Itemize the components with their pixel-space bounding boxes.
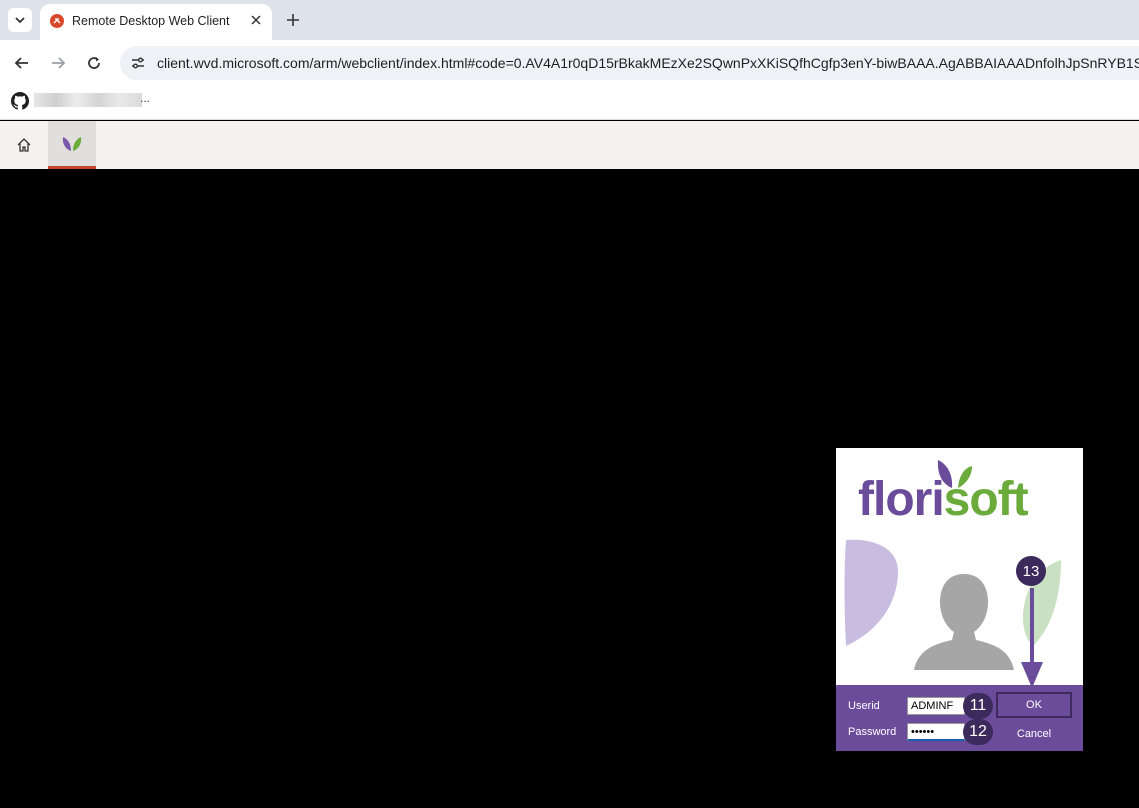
home-icon: [17, 138, 31, 152]
annotation-step-13: 13: [1016, 556, 1046, 586]
forward-button[interactable]: [46, 51, 70, 75]
ok-button[interactable]: OK: [996, 692, 1072, 718]
back-button[interactable]: [10, 51, 34, 75]
plus-icon: [287, 14, 299, 26]
chevron-down-icon: [15, 17, 25, 24]
url-text: client.wvd.microsoft.com/arm/webclient/i…: [157, 55, 1139, 71]
new-tab-button[interactable]: [282, 9, 304, 31]
cancel-button[interactable]: Cancel: [996, 723, 1072, 745]
tab-title: Remote Desktop Web Client: [72, 14, 230, 28]
browser-toolbar: client.wvd.microsoft.com/arm/webclient/i…: [0, 40, 1139, 86]
password-label: Password: [848, 726, 897, 738]
login-form-panel: Userid ADMINF 11 Password •••••• 12 OK C…: [836, 685, 1083, 751]
bookmark-ellipsis: ...: [140, 91, 151, 105]
annotation-step-11: 11: [963, 693, 993, 719]
userid-field[interactable]: ADMINF: [907, 697, 965, 715]
annotation-arrow-down-icon: [1021, 588, 1043, 688]
reload-icon: [88, 57, 100, 69]
userid-label: Userid: [848, 700, 880, 712]
bookmark-blurred[interactable]: [34, 93, 142, 107]
session-tab[interactable]: [48, 121, 96, 169]
florisoft-leaf-icon: [62, 136, 82, 151]
tab-search-button[interactable]: [8, 8, 32, 32]
rd-client-header: [0, 121, 1139, 169]
back-arrow-icon: [14, 57, 28, 69]
decorative-leaf-left-icon: [844, 539, 899, 646]
remote-desktop-favicon-icon: [50, 14, 64, 28]
address-bar[interactable]: client.wvd.microsoft.com/arm/webclient/i…: [120, 46, 1139, 80]
annotation-step-12: 12: [963, 719, 993, 745]
bookmarks-bar: ...: [0, 86, 1139, 120]
github-icon[interactable]: [11, 92, 29, 110]
home-button[interactable]: [0, 121, 48, 169]
florisoft-login-dialog: florisoft 13 Userid ADMINF 11 Password •…: [836, 448, 1083, 751]
user-silhouette-icon: [914, 574, 1014, 670]
site-settings-icon[interactable]: [128, 53, 148, 73]
password-field[interactable]: ••••••: [907, 723, 965, 741]
browser-tab[interactable]: Remote Desktop Web Client: [40, 4, 272, 40]
reload-button[interactable]: [82, 51, 106, 75]
tab-strip: Remote Desktop Web Client: [0, 0, 1139, 40]
tab-close-icon[interactable]: [248, 12, 264, 28]
forward-arrow-icon: [52, 57, 66, 69]
florisoft-logo: florisoft: [858, 473, 1029, 526]
